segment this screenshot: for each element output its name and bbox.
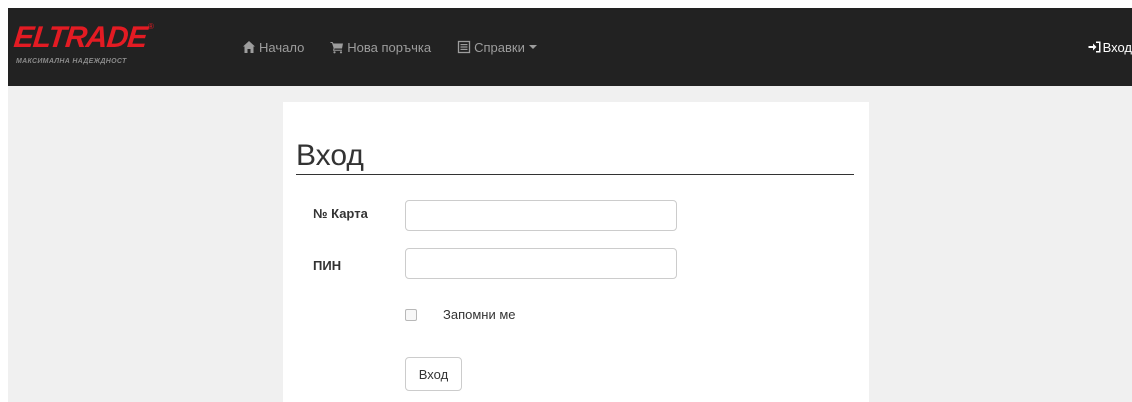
- caret-down-icon: [528, 45, 537, 49]
- brand-logo[interactable]: ELTRADE ® МАКСИМАЛНА НАДЕЖДНОСТ: [12, 21, 164, 74]
- nav-item-label: Справки: [474, 39, 525, 55]
- shopping-cart-icon: [330, 40, 344, 54]
- remember-me-label: Запомни ме: [443, 307, 516, 322]
- login-title: Вход: [296, 138, 854, 175]
- nav-item-reports-dropdown[interactable]: Справки: [457, 40, 537, 55]
- nav-links: Начало Нова поръчка Справки: [242, 8, 563, 86]
- page-frame: ELTRADE ® МАКСИМАЛНА НАДЕЖДНОСТ Начало Н…: [8, 8, 1132, 402]
- navbar: ELTRADE ® МАКСИМАЛНА НАДЕЖДНОСТ Начало Н…: [8, 8, 1132, 86]
- log-in-icon: [1088, 40, 1102, 54]
- login-submit-button[interactable]: Вход: [405, 357, 462, 391]
- login-panel: Вход № Карта ПИН Запомни ме Вход: [283, 102, 869, 402]
- nav-login-link[interactable]: Вход: [1088, 8, 1132, 86]
- home-icon: [242, 40, 256, 54]
- pin-input[interactable]: [405, 248, 677, 279]
- card-number-label: № Карта: [313, 206, 368, 221]
- remember-me-checkbox[interactable]: [405, 308, 417, 321]
- brand-registered-mark: ®: [148, 22, 154, 31]
- remember-me-row: Запомни ме: [405, 307, 516, 322]
- card-number-input[interactable]: [405, 200, 677, 231]
- nav-item-label: Начало: [259, 39, 305, 55]
- list-alt-icon: [457, 40, 471, 54]
- nav-item-new-order[interactable]: Нова поръчка: [330, 40, 431, 55]
- brand-tagline: МАКСИМАЛНА НАДЕЖДНОСТ: [16, 58, 127, 65]
- nav-item-home[interactable]: Начало: [242, 40, 304, 55]
- brand-name: ELTRADE: [12, 21, 149, 54]
- pin-label: ПИН: [313, 258, 342, 273]
- nav-item-label: Нова поръчка: [347, 39, 432, 55]
- nav-login-label: Вход: [1102, 39, 1132, 55]
